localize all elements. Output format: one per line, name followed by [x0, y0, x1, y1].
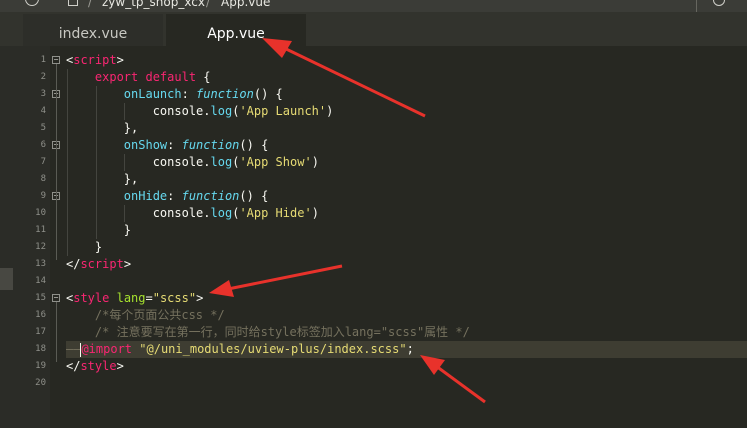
annotation-overlay [209, 38, 486, 404]
annotation-arrow-style [209, 264, 343, 297]
annotation-arrow-import [420, 355, 486, 404]
annotation-arrow-tab [262, 38, 426, 118]
